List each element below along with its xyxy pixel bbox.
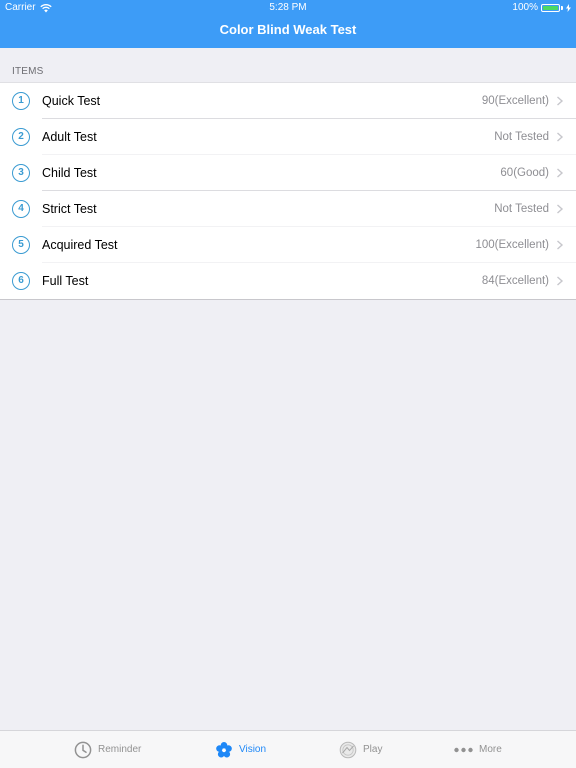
clock-icon (74, 741, 92, 758)
test-items-list: 1 Quick Test 90(Excellent) 2 Adult Test … (0, 82, 576, 300)
number-badge: 4 (12, 200, 30, 218)
item-title: Adult Test (42, 130, 97, 144)
item-score: 100(Excellent) (475, 239, 549, 251)
page-title: Color Blind Weak Test (219, 22, 357, 37)
item-score: Not Tested (494, 203, 549, 215)
charging-bolt-icon (566, 4, 571, 12)
list-item-child-test[interactable]: 3 Child Test 60(Good) (0, 155, 576, 191)
item-title: Quick Test (42, 94, 101, 108)
tab-vision[interactable]: Vision (215, 731, 266, 768)
tab-bar: Reminder Vision Play More (0, 730, 576, 768)
section-header-items: ITEMS (12, 66, 44, 77)
number-badge: 1 (12, 92, 30, 110)
battery-percent: 100% (512, 2, 538, 13)
number-badge: 2 (12, 128, 30, 146)
list-item-acquired-test[interactable]: 5 Acquired Test 100(Excellent) (0, 227, 576, 263)
tab-reminder[interactable]: Reminder (74, 731, 141, 768)
play-disc-icon (339, 741, 357, 758)
tab-play[interactable]: Play (339, 731, 382, 768)
chevron-right-icon (557, 168, 564, 178)
item-score: Not Tested (494, 131, 549, 143)
number-badge: 3 (12, 164, 30, 182)
tab-label: More (479, 744, 502, 755)
chevron-right-icon (557, 132, 564, 142)
number-badge: 5 (12, 236, 30, 254)
chevron-right-icon (557, 276, 564, 286)
chevron-right-icon (557, 240, 564, 250)
number-badge: 6 (12, 272, 30, 290)
list-item-adult-test[interactable]: 2 Adult Test Not Tested (0, 119, 576, 155)
header: Carrier 5:28 PM 100% Color Blind Weak Te… (0, 0, 576, 48)
chevron-right-icon (557, 204, 564, 214)
list-item-full-test[interactable]: 6 Full Test 84(Excellent) (0, 263, 576, 299)
tab-more[interactable]: More (454, 731, 502, 768)
list-item-quick-test[interactable]: 1 Quick Test 90(Excellent) (0, 83, 576, 119)
item-score: 60(Good) (500, 167, 549, 179)
battery-indicator: 100% (512, 0, 571, 16)
item-score: 90(Excellent) (481, 95, 549, 107)
item-title: Full Test (42, 274, 89, 288)
status-time: 5:28 PM (269, 2, 307, 13)
item-title: Child Test (42, 166, 97, 180)
status-bar: Carrier 5:28 PM 100% (0, 0, 576, 16)
battery-icon (541, 4, 560, 12)
flower-icon (216, 741, 232, 757)
item-score: 84(Excellent) (481, 275, 549, 287)
more-dots-icon (454, 747, 473, 752)
tab-label: Play (363, 744, 383, 755)
battery-cap (561, 6, 563, 10)
item-title: Strict Test (42, 202, 97, 216)
tab-label: Reminder (98, 744, 142, 755)
chevron-right-icon (557, 96, 564, 106)
tab-label: Vision (239, 744, 267, 755)
item-title: Acquired Test (42, 238, 118, 252)
list-item-strict-test[interactable]: 4 Strict Test Not Tested (0, 191, 576, 227)
